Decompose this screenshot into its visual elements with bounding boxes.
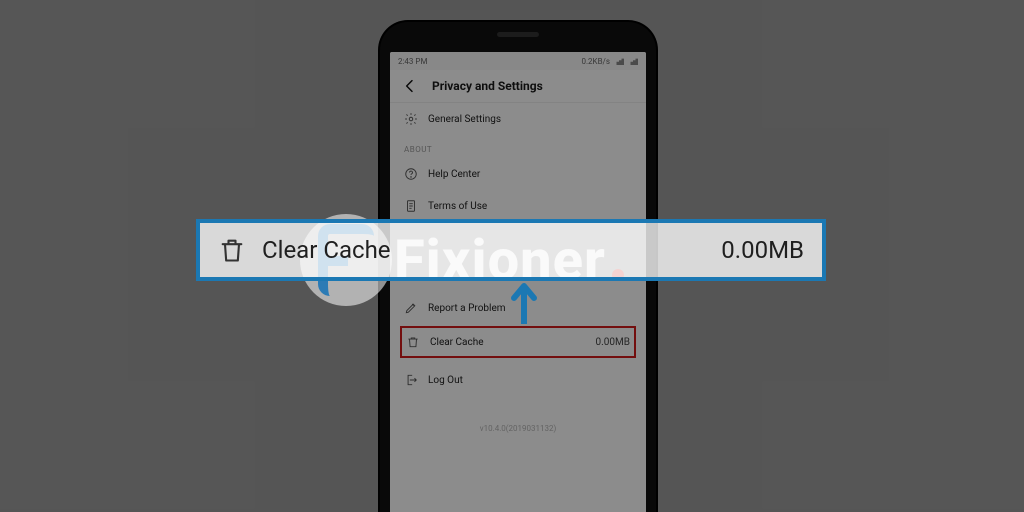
item-terms[interactable]: Terms of Use xyxy=(390,190,646,222)
item-general-settings[interactable]: General Settings xyxy=(390,103,646,135)
item-label: Help Center xyxy=(428,169,480,180)
page-title: Privacy and Settings xyxy=(432,79,634,93)
highlight-clear-cache: Clear Cache 0.00MB xyxy=(400,326,636,358)
item-label: Clear Cache xyxy=(430,337,484,348)
logout-icon xyxy=(404,373,418,387)
status-time: 2:43 PM xyxy=(398,57,427,66)
status-net: 0.2KB/s xyxy=(581,57,610,66)
arrow-up-icon xyxy=(510,282,538,324)
phone-speaker xyxy=(497,32,539,37)
document-icon xyxy=(404,199,418,213)
callout-clear-cache: Clear Cache 0.00MB xyxy=(196,219,826,281)
stage: 2:43 PM 0.2KB/s Privacy and Settings Gen… xyxy=(0,0,1024,512)
gear-icon xyxy=(404,112,418,126)
trash-icon xyxy=(406,335,420,349)
help-icon xyxy=(404,167,418,181)
signal-icon xyxy=(628,57,638,65)
item-logout[interactable]: Log Out xyxy=(390,364,646,396)
page-header: Privacy and Settings xyxy=(390,70,646,103)
item-label: Terms of Use xyxy=(428,201,487,212)
callout-label: Clear Cache xyxy=(262,236,391,264)
item-label: General Settings xyxy=(428,114,501,125)
item-label: Report a Problem xyxy=(428,303,506,314)
item-label: Log Out xyxy=(428,375,463,386)
cache-size: 0.00MB xyxy=(596,337,630,348)
callout-size: 0.00MB xyxy=(721,236,804,264)
status-bar: 2:43 PM 0.2KB/s xyxy=(390,52,646,70)
item-help-center[interactable]: Help Center xyxy=(390,158,646,190)
pencil-icon xyxy=(404,301,418,315)
back-icon[interactable] xyxy=(402,78,418,94)
trash-icon xyxy=(218,236,246,264)
section-about: ABOUT xyxy=(390,135,646,158)
app-version: v10.4.0(2019031132) xyxy=(390,424,646,433)
item-clear-cache[interactable]: Clear Cache 0.00MB xyxy=(402,328,634,356)
signal-icon xyxy=(614,57,624,65)
